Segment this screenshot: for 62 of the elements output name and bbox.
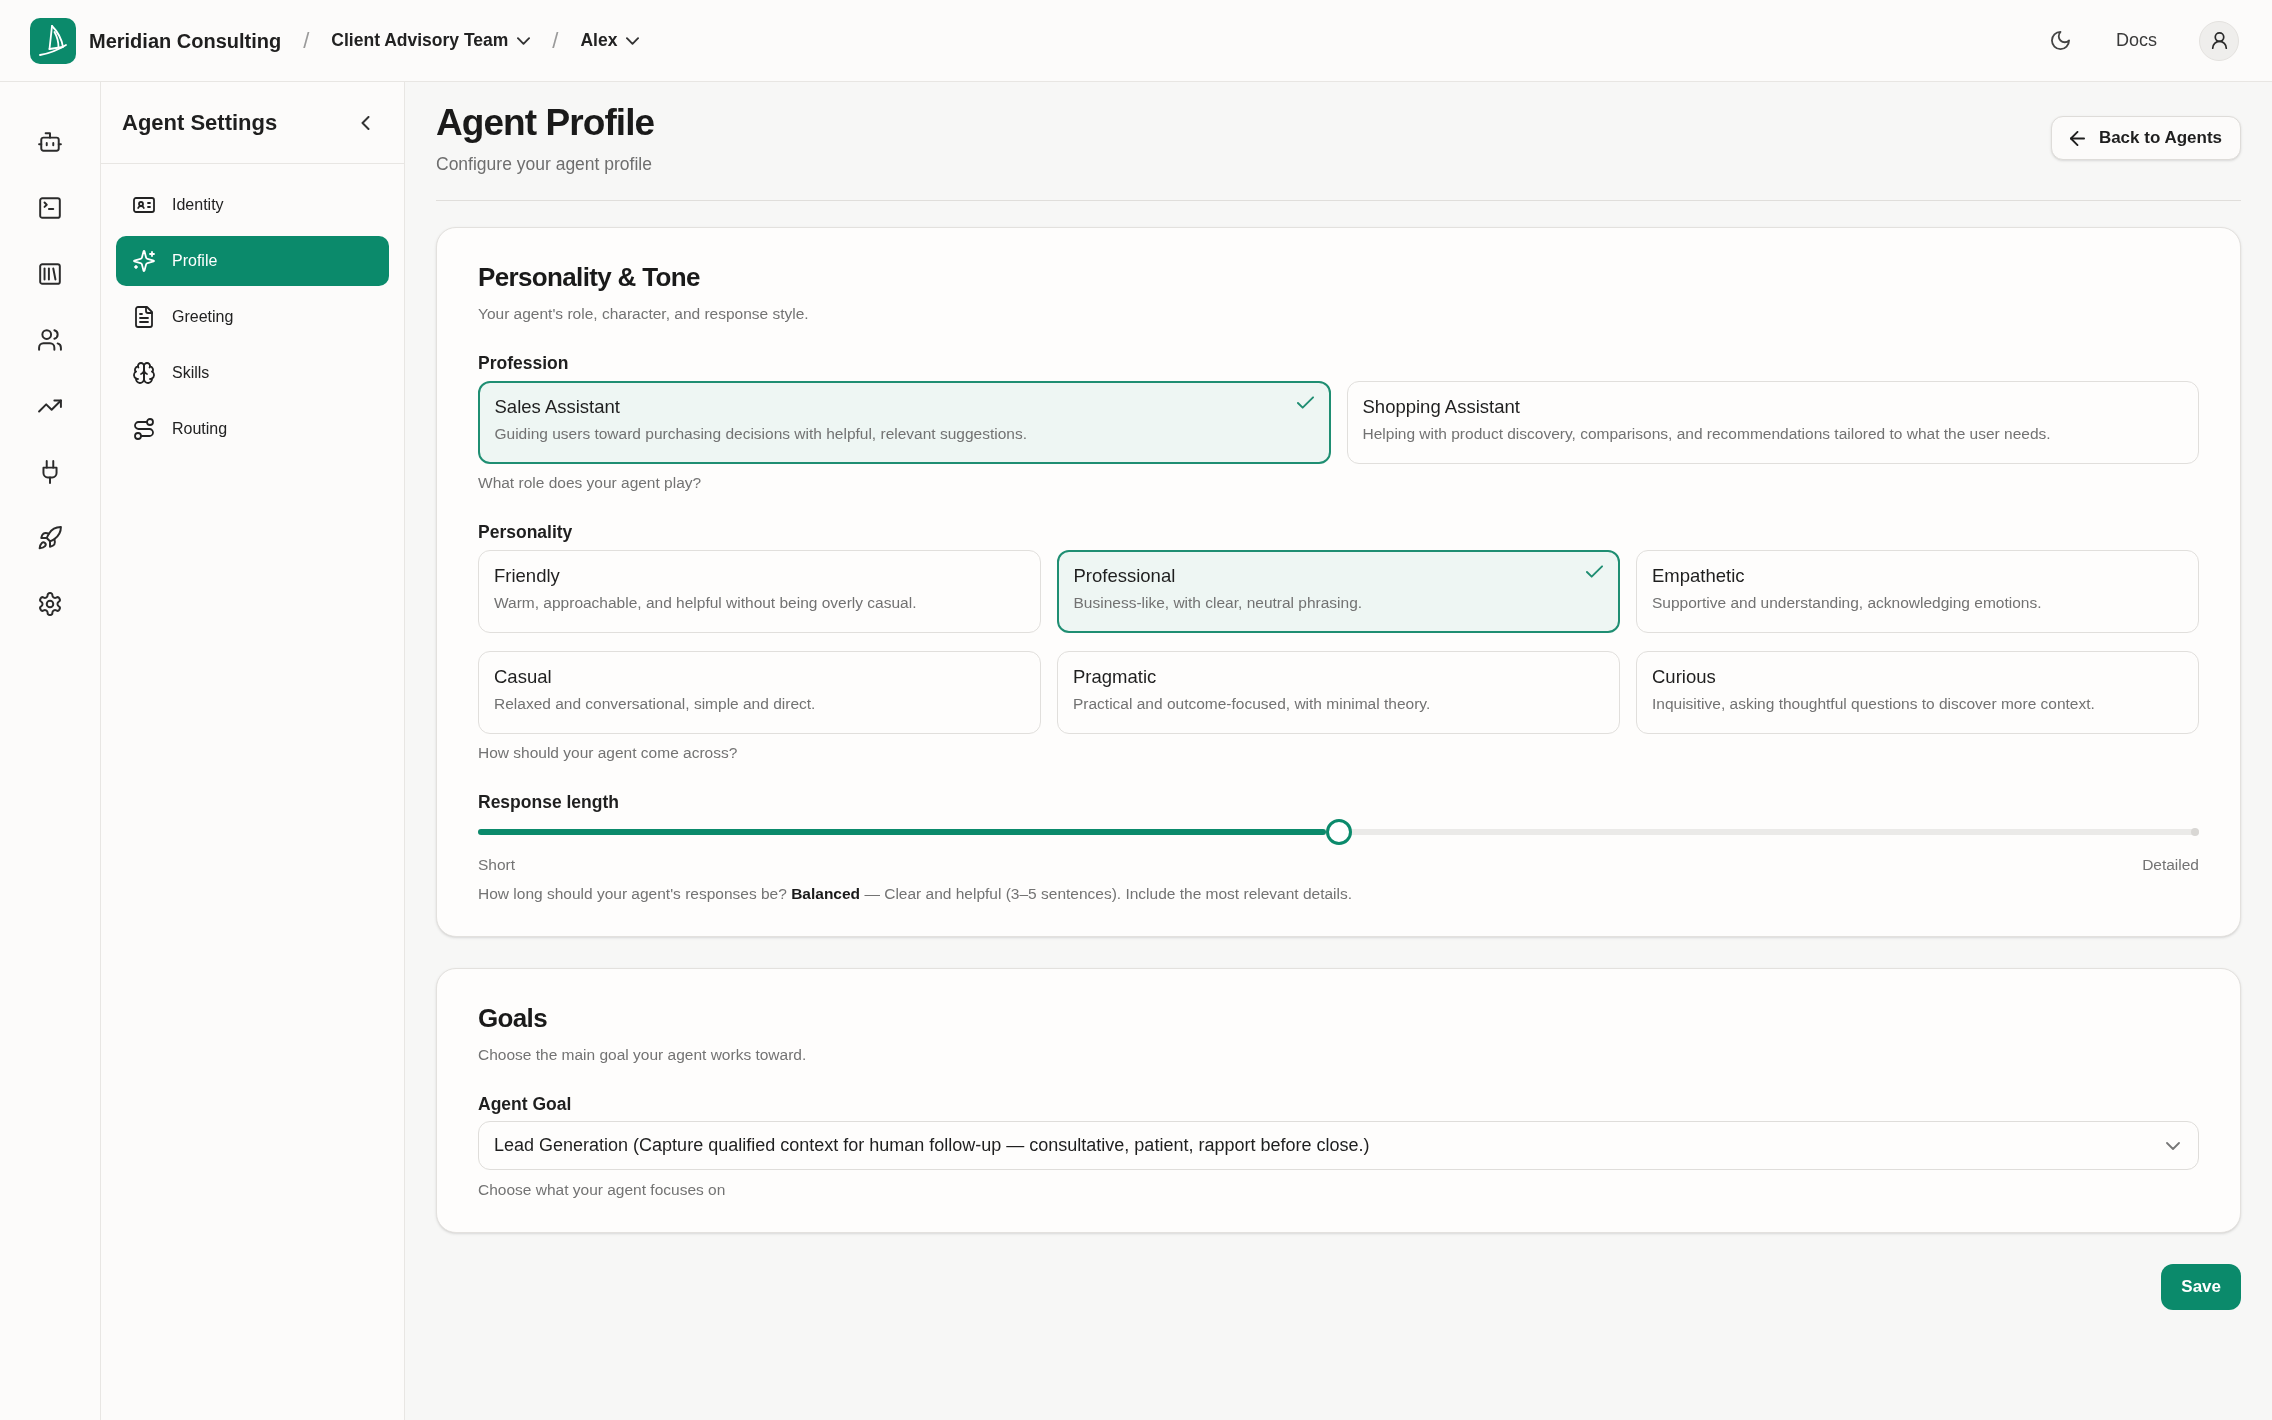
option-card[interactable]: Pragmatic Practical and outcome-focused, with minimal theory. <box>1057 651 1620 734</box>
settings-icon[interactable] <box>38 592 62 616</box>
document-icon <box>133 306 155 328</box>
check-icon <box>1296 396 1314 409</box>
slider-thumb[interactable] <box>1325 819 1352 845</box>
field-hint: How long should your agent's responses be? Balanced — Clear and helpful (3–5 sentences). Include the most relevant details. <box>478 884 1354 904</box>
section-subtitle: Your agent's role, character, and response style. <box>478 304 810 324</box>
rocket-icon[interactable] <box>38 526 62 550</box>
breadcrumb-separator: / <box>552 29 559 52</box>
chevron-down-icon <box>2166 1141 2180 1150</box>
back-button[interactable]: Back to Agents <box>2050 116 2241 160</box>
check-icon <box>1586 565 1603 578</box>
option-card[interactable]: Empathetic Supportive and understanding, acknowledging emotions. <box>1636 550 2199 633</box>
moon-icon[interactable] <box>2051 31 2070 50</box>
sail-logo-icon[interactable] <box>30 17 76 64</box>
chevron-down-icon <box>517 36 531 45</box>
breadcrumb-dropdown[interactable]: Client Advisory Team <box>331 27 531 54</box>
avatar-button[interactable] <box>2199 20 2239 61</box>
section-subtitle: Choose the main goal your agent works toward. <box>478 1045 808 1065</box>
field-label: Personality <box>478 521 574 544</box>
sidebar-item[interactable]: Skills <box>116 348 389 398</box>
field-hint: How should your agent come across? <box>478 743 739 763</box>
sidebar-item[interactable]: Profile <box>116 236 389 286</box>
field-label: Agent Goal <box>478 1093 573 1116</box>
breadcrumb-dropdown[interactable]: Alex <box>580 27 640 54</box>
sidebar-title: Agent Settings <box>122 109 278 137</box>
option-card[interactable]: Friendly Warm, approachable, and helpful without being overly casual. <box>478 550 1041 633</box>
page-subtitle: Configure your agent profile <box>436 153 653 176</box>
slider-max-label: Detailed <box>2142 855 2199 875</box>
brain-icon <box>133 362 155 384</box>
brand-name: Meridian Consulting <box>89 28 282 54</box>
field-label: Profession <box>478 352 570 375</box>
field-label: Response length <box>478 791 620 814</box>
option-card[interactable]: Casual Relaxed and conversational, simple and direct. <box>478 651 1041 734</box>
chevron-down-icon <box>626 36 640 45</box>
field-hint: What role does your agent play? <box>478 473 703 493</box>
goal-select[interactable]: Lead Generation (Capture qualified context for human follow-up — consultative, patient, rapport before close.) <box>478 1121 2199 1170</box>
slider-min-label: Short <box>478 855 516 875</box>
sidebar-item[interactable]: Identity <box>116 180 389 230</box>
option-card[interactable]: Professional Business-like, with clear, neutral phrasing. <box>1057 550 1620 633</box>
breadcrumb-separator: / <box>303 29 310 52</box>
section-title: Goals <box>478 1002 548 1034</box>
sparkles-icon <box>133 250 155 272</box>
sidebar-item[interactable]: Greeting <box>116 292 389 342</box>
user-icon <box>2210 32 2228 49</box>
id-card-icon <box>133 194 155 216</box>
arrow-left-icon <box>2069 130 2085 146</box>
robot-icon[interactable] <box>38 130 62 154</box>
option-card[interactable]: Sales Assistant Guiding users toward purchasing decisions with helpful, relevant suggestions. <box>478 381 1331 464</box>
docs-link[interactable]: Docs <box>2116 27 2157 54</box>
option-card[interactable]: Curious Inquisitive, asking thoughtful questions to discover more context. <box>1636 651 2199 734</box>
field-hint: Choose what your agent focuses on <box>478 1180 727 1200</box>
chevron-left-icon[interactable] <box>361 115 370 130</box>
page-title: Agent Profile <box>436 101 655 145</box>
option-card[interactable]: Shopping Assistant Helping with product discovery, comparisons, and recommendations tailored to what the user needs. <box>1346 381 2199 464</box>
sidebar-item[interactable]: Routing <box>116 404 389 454</box>
library-icon[interactable] <box>38 262 62 286</box>
users-icon[interactable] <box>38 328 62 352</box>
save-button[interactable]: Save <box>2161 1264 2241 1310</box>
section-title: Personality & Tone <box>478 261 701 293</box>
terminal-icon[interactable] <box>38 196 62 220</box>
route-icon <box>133 418 155 440</box>
